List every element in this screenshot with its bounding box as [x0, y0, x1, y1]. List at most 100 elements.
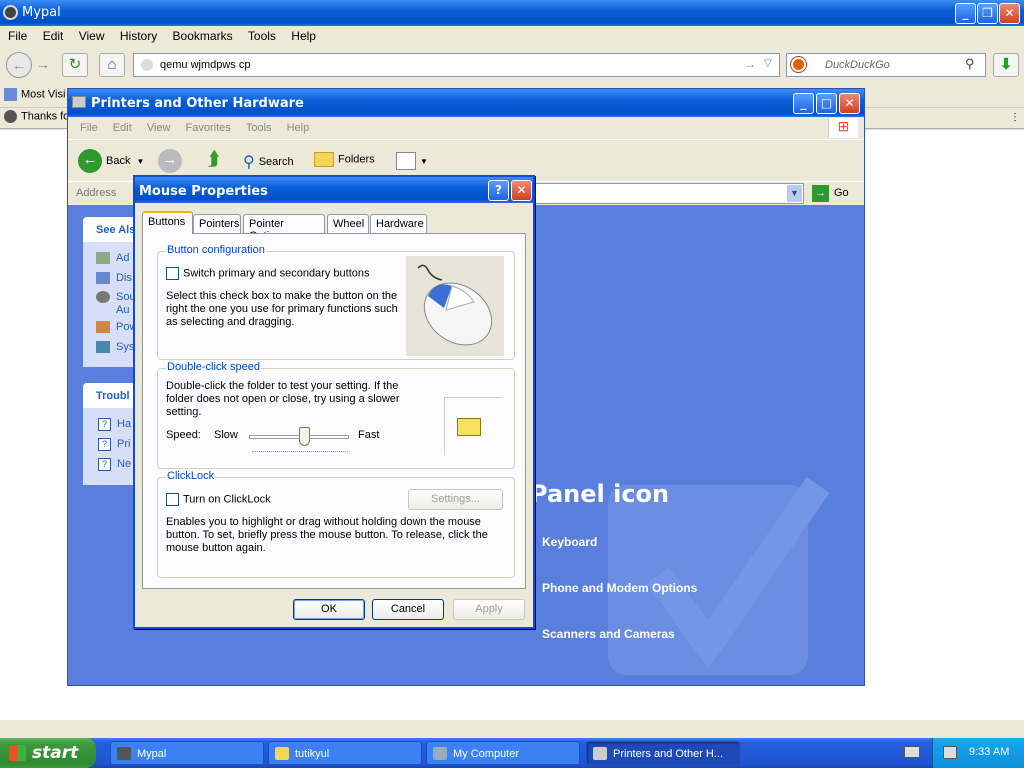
- menu-view[interactable]: View: [79, 29, 105, 43]
- checkbox-label: Switch primary and secondary buttons: [183, 267, 370, 280]
- url-dropdown-icon[interactable]: ▽: [764, 58, 772, 69]
- speed-label: Speed:: [166, 429, 201, 441]
- tab-wheel[interactable]: Wheel: [327, 214, 369, 233]
- panel-item-phone-modem[interactable]: Phone and Modem Options: [542, 581, 697, 595]
- checkbox-box[interactable]: [166, 267, 179, 280]
- start-button[interactable]: start: [0, 738, 96, 768]
- settings-button[interactable]: Settings...: [408, 489, 503, 510]
- search-input[interactable]: DuckDuckGo ⚲: [786, 53, 986, 77]
- tab-hardware[interactable]: Hardware: [370, 214, 427, 233]
- go-label[interactable]: Go: [834, 187, 849, 199]
- explorer-menu-file[interactable]: File: [80, 122, 98, 134]
- browser-tab[interactable]: Thanks fo: [4, 110, 69, 123]
- go-icon[interactable]: →: [812, 185, 829, 202]
- ok-button[interactable]: OK: [293, 599, 365, 620]
- test-folder-area[interactable]: [444, 397, 502, 455]
- tab-pointer-options[interactable]: Pointer Options: [243, 214, 325, 242]
- mouse-image: [406, 256, 504, 356]
- folder-icon: [275, 747, 289, 760]
- explorer-menu-favorites[interactable]: Favorites: [186, 122, 231, 134]
- tab-buttons[interactable]: Buttons: [142, 211, 193, 234]
- views-dropdown-icon[interactable]: ▼: [420, 157, 428, 166]
- download-icon[interactable]: ⬇: [993, 53, 1019, 77]
- keyboard-tray-icon[interactable]: [904, 746, 920, 758]
- menu-file[interactable]: File: [8, 29, 27, 43]
- double-click-description: Double-click the folder to test your set…: [166, 380, 400, 418]
- explorer-back-button[interactable]: ← Back ▼: [78, 149, 144, 173]
- menu-bookmarks[interactable]: Bookmarks: [173, 29, 233, 43]
- explorer-menu-edit[interactable]: Edit: [113, 122, 132, 134]
- clock[interactable]: 9:33 AM: [969, 746, 1009, 758]
- explorer-menu-view[interactable]: View: [147, 122, 171, 134]
- search-icon: ⚲: [243, 154, 255, 171]
- computer-icon: [433, 747, 447, 760]
- printer-icon: [593, 747, 607, 760]
- folder-icon[interactable]: [457, 418, 481, 436]
- browser-back-icon[interactable]: ←: [6, 52, 32, 78]
- reload-icon[interactable]: ↻: [62, 53, 88, 77]
- network-tray-icon[interactable]: [943, 746, 957, 759]
- checkbox-box[interactable]: [166, 493, 179, 506]
- back-label: Back: [106, 154, 131, 167]
- panel-item-scanners[interactable]: Scanners and Cameras: [542, 627, 675, 641]
- mypal-logo-icon: [3, 5, 18, 20]
- back-dropdown-icon[interactable]: ▼: [136, 157, 144, 166]
- menu-help[interactable]: Help: [291, 29, 316, 43]
- mouse-properties-dialog: Mouse Properties ? ✕ Buttons Pointers Po…: [133, 175, 535, 629]
- url-text: qemu wjmdpws cp: [160, 59, 251, 71]
- clicklock-checkbox[interactable]: Turn on ClickLock: [166, 493, 271, 506]
- explorer-menu-bar: File Edit View Favorites Tools Help ⊞: [68, 117, 864, 139]
- explorer-title-bar: Printers and Other Hardware _ □ ✕: [68, 89, 864, 117]
- browser-forward-icon[interactable]: →: [36, 56, 50, 72]
- switch-buttons-checkbox[interactable]: Switch primary and secondary buttons: [166, 267, 369, 280]
- menu-edit[interactable]: Edit: [43, 29, 64, 43]
- browser-title-bar: Mypal _ ❐ ✕: [0, 0, 1024, 26]
- explorer-close-button[interactable]: ✕: [839, 93, 860, 114]
- panel-heading: Panel icon: [530, 480, 670, 508]
- speed-slider-thumb[interactable]: [299, 427, 310, 446]
- clicklock-description: Enables you to highlight or drag without…: [166, 516, 488, 554]
- minimize-button[interactable]: _: [955, 3, 976, 24]
- task-mypal[interactable]: Mypal: [110, 741, 264, 765]
- tab-favicon-icon: [4, 110, 17, 123]
- clicklock-group: ClickLock Turn on ClickLock Settings... …: [157, 470, 515, 578]
- views-icon[interactable]: [396, 152, 416, 170]
- dialog-close-button[interactable]: ✕: [511, 180, 532, 201]
- go-arrow-icon[interactable]: →: [744, 57, 756, 71]
- explorer-menu-tools[interactable]: Tools: [246, 122, 272, 134]
- explorer-folders-button[interactable]: Folders: [314, 152, 375, 167]
- home-icon[interactable]: ⌂: [99, 53, 125, 77]
- explorer-search-button[interactable]: ⚲ Search: [243, 152, 294, 172]
- forward-arrow-icon[interactable]: →: [158, 149, 182, 173]
- address-dropdown-icon[interactable]: ▼: [787, 185, 802, 202]
- cancel-button[interactable]: Cancel: [372, 599, 444, 620]
- task-printers[interactable]: Printers and Other H...: [586, 741, 740, 765]
- menu-history[interactable]: History: [120, 29, 157, 43]
- folders-icon: [314, 152, 334, 167]
- dialog-help-button[interactable]: ?: [488, 180, 509, 201]
- url-bar[interactable]: qemu wjmdpws cp → ▽: [133, 53, 780, 77]
- explorer-menu-help[interactable]: Help: [287, 122, 310, 134]
- explorer-maximize-button[interactable]: □: [816, 93, 837, 114]
- tab-label: Thanks fo: [21, 110, 70, 123]
- tab-panel: Button configuration Switch primary and …: [142, 233, 526, 589]
- address-label: Address: [76, 187, 117, 199]
- address-input[interactable]: ▼: [534, 183, 804, 204]
- tab-pointers[interactable]: Pointers: [193, 214, 241, 233]
- back-arrow-icon: ←: [78, 149, 102, 173]
- magnifier-icon[interactable]: ⚲: [965, 56, 975, 72]
- bookmark-most-visited[interactable]: Most Visi: [4, 88, 65, 101]
- menu-tools[interactable]: Tools: [248, 29, 276, 43]
- double-click-legend: Double-click speed: [166, 361, 261, 373]
- close-button[interactable]: ✕: [999, 3, 1020, 24]
- restore-button[interactable]: ❐: [977, 3, 998, 24]
- up-folder-icon[interactable]: ⮭: [208, 148, 220, 171]
- mouse-icon: [417, 264, 493, 346]
- task-tutikyul[interactable]: tutikyul: [268, 741, 422, 765]
- task-my-computer[interactable]: My Computer: [426, 741, 580, 765]
- panel-item-keyboard[interactable]: Keyboard: [542, 535, 597, 549]
- tab-list-icon[interactable]: ⋮⋮: [1010, 112, 1024, 123]
- apply-button[interactable]: Apply: [453, 599, 525, 620]
- explorer-minimize-button[interactable]: _: [793, 93, 814, 114]
- site-icon: [141, 59, 153, 71]
